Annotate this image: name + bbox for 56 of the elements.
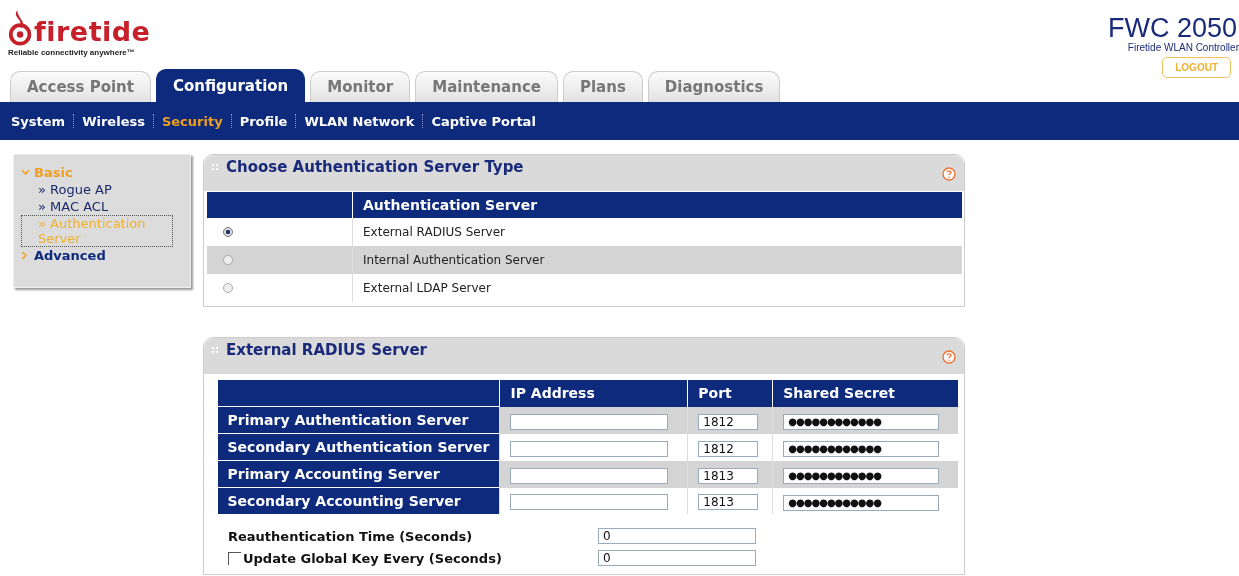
- grip-icon: [212, 347, 218, 353]
- help-icon[interactable]: [942, 167, 956, 181]
- setting-field[interactable]: 0: [598, 528, 756, 544]
- sidebar-group[interactable]: Advanced: [22, 248, 106, 263]
- table-header: Shared Secret: [772, 380, 958, 407]
- shared-secret-field[interactable]: ●●●●●●●●●●●●: [783, 467, 940, 484]
- table-header: Port: [687, 380, 773, 407]
- port-field[interactable]: 1813: [698, 467, 759, 484]
- table-header: Authentication Server: [352, 192, 962, 218]
- port-field[interactable]: 1812: [698, 413, 759, 430]
- table-cell: Internal Authentication Server: [352, 246, 962, 274]
- panel-title: External RADIUS Server: [226, 341, 428, 359]
- radio-button[interactable]: [222, 283, 233, 293]
- shared-secret-field[interactable]: ●●●●●●●●●●●●: [783, 494, 940, 511]
- ip-address-field[interactable]: [510, 440, 669, 457]
- nav-tab[interactable]: Maintenance: [415, 71, 558, 102]
- sidebar-item[interactable]: » MAC ACL: [22, 199, 109, 214]
- row-header: Secondary Accounting Server: [217, 487, 500, 514]
- product-model: FWC 2050: [1107, 14, 1237, 42]
- setting-label: Update Global Key Every (Seconds): [243, 550, 502, 566]
- row-header: Secondary Authentication Server: [217, 433, 500, 461]
- subnav-link[interactable]: System: [3, 113, 74, 129]
- ip-address-field[interactable]: [510, 494, 669, 511]
- shared-secret-field[interactable]: ●●●●●●●●●●●●: [783, 440, 940, 457]
- help-icon[interactable]: [942, 350, 956, 364]
- logo-wordmark: firetide: [34, 18, 151, 46]
- product-subtitle: Firetide WLAN Controller: [1127, 42, 1239, 53]
- row-header: Primary Authentication Server: [217, 406, 500, 434]
- sidebar-item[interactable]: » Rogue AP: [22, 182, 112, 197]
- nav-tab[interactable]: Access Point: [10, 71, 151, 102]
- shared-secret-field[interactable]: ●●●●●●●●●●●●: [783, 413, 940, 430]
- nav-tab[interactable]: Diagnostics: [647, 71, 781, 102]
- setting-label: Reauthentication Time (Seconds): [228, 528, 473, 544]
- row-header: Primary Accounting Server: [217, 460, 500, 488]
- chevron-right-icon: [22, 252, 27, 259]
- subnav-link[interactable]: Wireless: [74, 113, 153, 129]
- nav-tab[interactable]: Monitor: [310, 71, 411, 102]
- logo-tagline: Reliable connectivity anywhere™: [8, 48, 136, 57]
- setting-field[interactable]: 0: [598, 550, 756, 566]
- subnav-link[interactable]: Profile: [231, 113, 296, 129]
- radio-button[interactable]: [222, 255, 233, 265]
- port-field[interactable]: 1813: [698, 494, 759, 511]
- table-cell: External LDAP Server: [352, 274, 962, 302]
- ip-address-field[interactable]: [510, 467, 669, 484]
- subnav-link[interactable]: WLAN Network: [296, 113, 423, 129]
- nav-tab[interactable]: Plans: [563, 71, 643, 102]
- subnav-link[interactable]: Captive Portal: [423, 113, 544, 129]
- grip-icon: [212, 164, 218, 170]
- table-header: IP Address: [499, 380, 688, 407]
- radio-button[interactable]: [222, 227, 233, 237]
- panel-title: Choose Authentication Server Type: [226, 158, 525, 176]
- subnav-link[interactable]: Security: [153, 113, 231, 129]
- chevron-down-icon: [22, 170, 29, 175]
- ip-address-field[interactable]: [510, 413, 669, 430]
- port-field[interactable]: 1812: [698, 440, 759, 457]
- nav-tab[interactable]: Configuration: [155, 69, 306, 102]
